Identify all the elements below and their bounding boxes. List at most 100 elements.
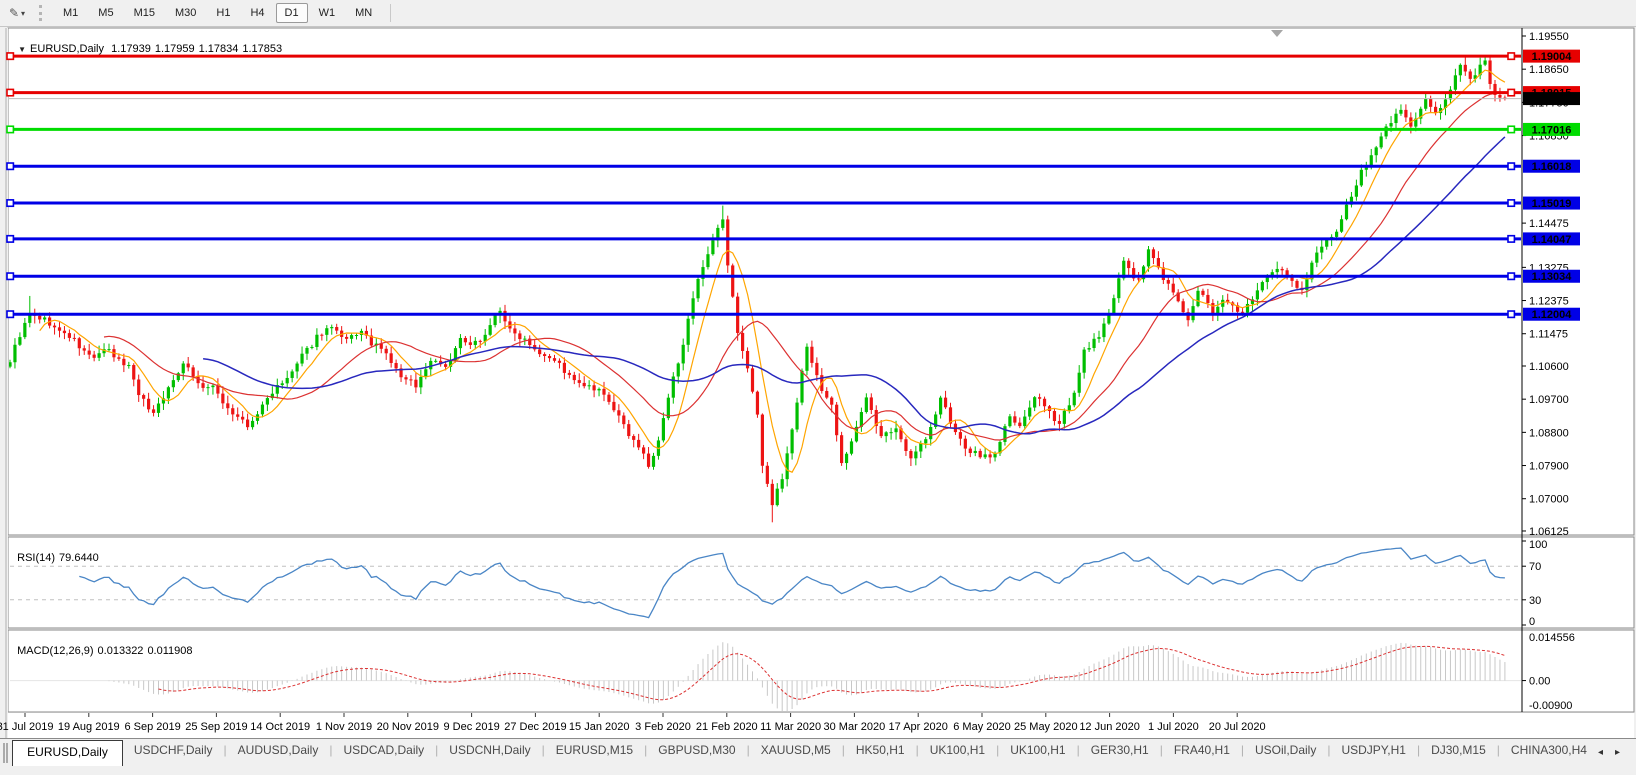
candle-body bbox=[1345, 205, 1348, 220]
candle-body bbox=[761, 415, 764, 466]
tab-eurusd-daily[interactable]: EURUSD,Daily bbox=[12, 740, 123, 766]
timeframe-h4[interactable]: H4 bbox=[241, 3, 273, 23]
candle-body bbox=[1459, 65, 1462, 75]
tab-usdchf-daily[interactable]: USDCHF,Daily bbox=[123, 739, 224, 763]
tab-xauusd-m5[interactable]: XAUUSD,M5 bbox=[750, 739, 842, 763]
candle-body bbox=[786, 453, 789, 479]
date-label: 3 Feb 2020 bbox=[635, 721, 691, 733]
candle-body bbox=[503, 311, 506, 322]
date-label: 20 Jul 2020 bbox=[1209, 721, 1266, 733]
candle-body bbox=[1320, 247, 1323, 253]
tab-uk100-h1[interactable]: UK100,H1 bbox=[999, 739, 1076, 763]
candle-body bbox=[201, 383, 204, 388]
level-handle[interactable] bbox=[1508, 126, 1514, 132]
candle-body bbox=[607, 395, 610, 402]
tab-gbpusd-m30[interactable]: GBPUSD,M30 bbox=[647, 739, 746, 763]
candle-body bbox=[845, 454, 848, 463]
tab-dj30-m15[interactable]: DJ30,M15 bbox=[1420, 739, 1497, 763]
timeframe-m5[interactable]: M5 bbox=[89, 3, 122, 23]
candle-body bbox=[1484, 60, 1487, 64]
candle-body bbox=[350, 335, 353, 339]
candle-body bbox=[142, 395, 145, 399]
candle-body bbox=[63, 331, 66, 333]
level-handle[interactable] bbox=[1508, 236, 1514, 242]
date-label: 12 Jun 2020 bbox=[1079, 721, 1140, 733]
candle-body bbox=[647, 454, 650, 467]
tab-fra40-h1[interactable]: FRA40,H1 bbox=[1163, 739, 1241, 763]
tab-audusd-daily[interactable]: AUDUSD,Daily bbox=[227, 739, 330, 763]
candle-body bbox=[1137, 278, 1140, 279]
timeframe-mn[interactable]: MN bbox=[346, 3, 381, 23]
macd-tick-label: 0.014556 bbox=[1529, 632, 1575, 644]
candle-body bbox=[677, 363, 680, 376]
level-handle[interactable] bbox=[1508, 53, 1514, 59]
timeframe-h1[interactable]: H1 bbox=[207, 3, 239, 23]
level-handle[interactable] bbox=[7, 163, 13, 169]
candle-body bbox=[805, 347, 808, 371]
timeframe-w1[interactable]: W1 bbox=[310, 3, 345, 23]
level-handle[interactable] bbox=[1508, 89, 1514, 95]
level-handle[interactable] bbox=[7, 311, 13, 317]
tab-uk100-h1[interactable]: UK100,H1 bbox=[919, 739, 996, 763]
level-handle[interactable] bbox=[1508, 200, 1514, 206]
timeframe-m30[interactable]: M30 bbox=[166, 3, 205, 23]
candle-body bbox=[83, 348, 86, 350]
candle-body bbox=[543, 354, 546, 356]
tab-usdcad-daily[interactable]: USDCAD,Daily bbox=[332, 739, 435, 763]
candle-body bbox=[870, 397, 873, 410]
candle-body bbox=[429, 361, 432, 369]
tab-usdjpy-h1[interactable]: USDJPY,H1 bbox=[1330, 739, 1416, 763]
level-handle[interactable] bbox=[7, 89, 13, 95]
date-label: 19 Aug 2019 bbox=[58, 721, 120, 733]
tab-china300-h4[interactable]: CHINA300,H4 bbox=[1500, 739, 1598, 763]
level-handle[interactable] bbox=[7, 200, 13, 206]
timeframe-d1[interactable]: D1 bbox=[276, 3, 308, 23]
candle-body bbox=[894, 428, 897, 432]
candle-body bbox=[810, 347, 813, 363]
candle-body bbox=[251, 421, 254, 427]
timeframe-m1[interactable]: M1 bbox=[54, 3, 87, 23]
toolbar-separator bbox=[390, 4, 391, 22]
tab-usoil-daily[interactable]: USOil,Daily bbox=[1244, 739, 1327, 763]
candle-body bbox=[568, 373, 571, 375]
level-price-label: 1.14047 bbox=[1532, 234, 1572, 246]
timeframe-m15[interactable]: M15 bbox=[125, 3, 164, 23]
candle-body bbox=[489, 325, 492, 335]
candle-body bbox=[300, 354, 303, 364]
candle-body bbox=[1092, 339, 1095, 348]
tab-usdcnh-daily[interactable]: USDCNH,Daily bbox=[438, 739, 541, 763]
macd-pane bbox=[8, 630, 1634, 712]
level-handle[interactable] bbox=[1508, 163, 1514, 169]
candle-body bbox=[815, 363, 818, 375]
candle-body bbox=[1013, 416, 1016, 422]
tab-eurusd-m15[interactable]: EURUSD,M15 bbox=[545, 739, 644, 763]
candle-body bbox=[137, 380, 140, 396]
tab-hk50-h1[interactable]: HK50,H1 bbox=[845, 739, 916, 763]
level-handle[interactable] bbox=[1508, 311, 1514, 317]
level-handle[interactable] bbox=[1508, 273, 1514, 279]
chart-canvas[interactable]: 1.195501.186501.177501.168501.144751.132… bbox=[0, 0, 1636, 770]
candle-body bbox=[479, 341, 482, 342]
candle-body bbox=[513, 328, 516, 333]
level-handle[interactable] bbox=[7, 236, 13, 242]
toolbar-grip[interactable] bbox=[39, 5, 46, 21]
candle-body bbox=[23, 323, 26, 337]
level-price-label: 1.19004 bbox=[1532, 51, 1573, 63]
candle-body bbox=[880, 426, 883, 436]
tab-scroll-right-icon[interactable]: ▸ bbox=[1615, 747, 1620, 758]
candle-body bbox=[296, 364, 299, 372]
level-handle[interactable] bbox=[7, 273, 13, 279]
candle-body bbox=[320, 335, 323, 336]
draw-tool-icon[interactable]: ✎ ▾ bbox=[2, 3, 32, 23]
candle-body bbox=[1295, 281, 1298, 288]
price-tick-label: 1.14475 bbox=[1529, 218, 1569, 230]
date-label: 15 Jan 2020 bbox=[569, 721, 630, 733]
candle-body bbox=[390, 353, 393, 363]
tab-scroll-left-icon[interactable]: ◂ bbox=[1598, 747, 1603, 758]
candle-body bbox=[1097, 337, 1100, 339]
candle-body bbox=[632, 436, 635, 440]
date-label: 1 Jul 2020 bbox=[1148, 721, 1199, 733]
tab-ger30-h1[interactable]: GER30,H1 bbox=[1080, 739, 1160, 763]
level-handle[interactable] bbox=[7, 53, 13, 59]
level-handle[interactable] bbox=[7, 126, 13, 132]
